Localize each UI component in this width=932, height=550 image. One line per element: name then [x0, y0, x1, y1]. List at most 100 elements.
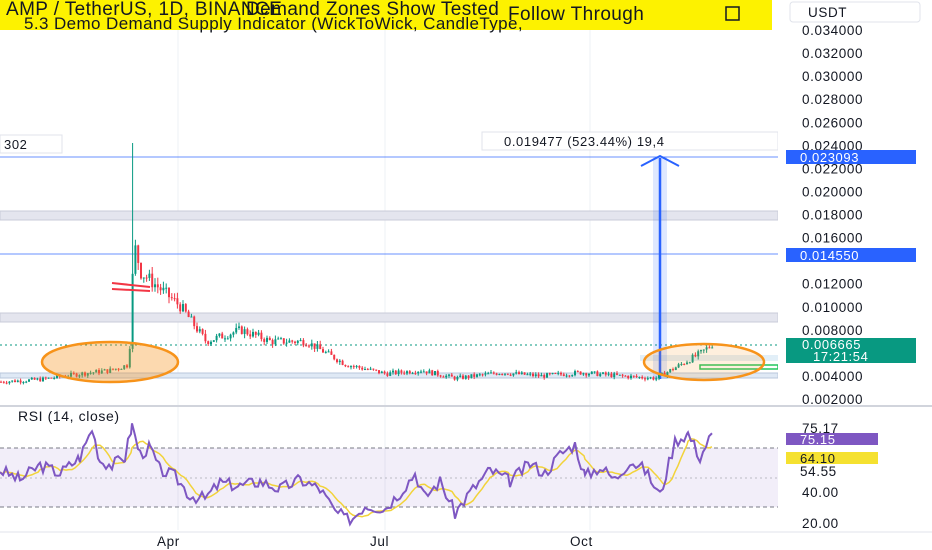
candle-body: [11, 380, 14, 382]
candle-body: [602, 372, 604, 374]
candle-body: [193, 316, 196, 327]
candle-body: [182, 304, 184, 312]
candle-body: [232, 332, 235, 335]
candle-body: [257, 332, 260, 335]
candle-body: [498, 374, 501, 376]
candle-body: [229, 334, 232, 339]
candle-body: [254, 331, 257, 335]
candle-body: [338, 360, 341, 363]
candle-body: [350, 366, 352, 368]
candle-body: [380, 371, 383, 374]
candle-body: [260, 332, 263, 340]
candle-body: [341, 360, 344, 365]
candle-body: [33, 377, 36, 380]
candle-body: [347, 366, 350, 368]
candle-body: [523, 372, 526, 375]
price-tick: 0.002000: [802, 392, 863, 407]
candle-body: [201, 329, 204, 334]
price-tick: 0.030000: [802, 69, 863, 84]
candle-body: [252, 331, 254, 337]
candle-body: [330, 351, 333, 355]
candle-body: [585, 373, 588, 376]
candle-body: [644, 378, 646, 380]
candle-body: [159, 287, 162, 291]
candle-body: [515, 372, 518, 374]
price-tick: 0.010000: [802, 300, 863, 315]
candle-body: [448, 374, 450, 376]
price-badge-resistance-label: 0.014550: [800, 248, 859, 263]
candle-body: [313, 343, 316, 349]
candle-body: [560, 372, 562, 375]
candle-body: [215, 335, 218, 341]
candle-body: [280, 338, 282, 340]
rsi-title: RSI (14, close): [18, 408, 120, 424]
demand-ellipse-left: [40, 340, 180, 384]
rsi-tick-20: 20.00: [802, 516, 839, 531]
candle-body: [442, 376, 445, 378]
candle-body: [506, 373, 509, 375]
candle-body: [641, 376, 644, 379]
price-badge-last: 0.006665 17:21:54: [786, 337, 916, 364]
candle-body: [322, 349, 324, 353]
price-tick: 0.028000: [802, 92, 863, 107]
candle-body: [226, 338, 229, 340]
candle-body: [389, 372, 392, 376]
candle-body: [145, 277, 148, 279]
candle-body: [221, 333, 224, 339]
price-badge-target: 0.023093: [786, 150, 916, 165]
candle-body: [562, 374, 565, 376]
candle-body: [574, 371, 576, 376]
candle-body: [210, 341, 212, 345]
price-tick: 0.026000: [802, 115, 863, 130]
candle-body: [366, 369, 369, 371]
candle-body: [42, 377, 44, 382]
candle-body: [50, 377, 53, 379]
candle-body: [422, 371, 425, 373]
candle-body: [372, 368, 375, 370]
candle-body: [246, 329, 249, 335]
price-tick: 0.034000: [802, 23, 863, 38]
left-label: 302: [4, 137, 28, 152]
candle-body: [151, 273, 154, 288]
candle-body: [165, 287, 168, 289]
candle-body: [378, 370, 380, 374]
price-tick: 0.012000: [802, 277, 863, 292]
candle-body: [655, 378, 658, 380]
candle-body: [22, 382, 25, 384]
candle-body: [386, 373, 389, 376]
candle-body: [224, 338, 226, 340]
rsi-tick-40: 40.00: [802, 485, 839, 500]
candle-body: [599, 373, 602, 377]
candle-body: [0, 381, 2, 383]
candle-body: [285, 342, 288, 344]
candle-body: [271, 340, 274, 345]
candle-body: [425, 371, 428, 374]
candle-body: [579, 371, 582, 375]
candle-body: [170, 297, 173, 299]
candle-body: [529, 373, 532, 375]
price-tick: 0.032000: [802, 46, 863, 61]
candle-body: [431, 370, 434, 376]
candle-body: [582, 373, 585, 375]
candle-body: [140, 262, 142, 279]
candle-body: [481, 374, 484, 376]
candle-body: [476, 374, 478, 377]
candle-body: [319, 344, 322, 350]
candle-body: [47, 377, 50, 379]
rsi-axis: 75.17 75.15 60.00 64.10 54.55 40.00 20.0…: [786, 421, 878, 531]
candle-body: [464, 375, 467, 379]
candle-body: [618, 374, 621, 376]
candle-body: [557, 372, 560, 374]
candle-body: [148, 273, 151, 278]
candle-body: [218, 333, 221, 336]
candle-body: [646, 378, 649, 380]
candle-body: [613, 373, 616, 378]
candle-body: [596, 371, 599, 377]
chart-canvas: 0.019477 (523.44%) 19,4 302 AMP / Tether…: [0, 0, 932, 549]
candle-body: [336, 359, 338, 363]
candle-body: [240, 326, 243, 334]
candle-body: [316, 344, 319, 349]
candle-body: [294, 341, 296, 343]
candle-body: [408, 371, 411, 374]
candle-body: [568, 375, 571, 377]
